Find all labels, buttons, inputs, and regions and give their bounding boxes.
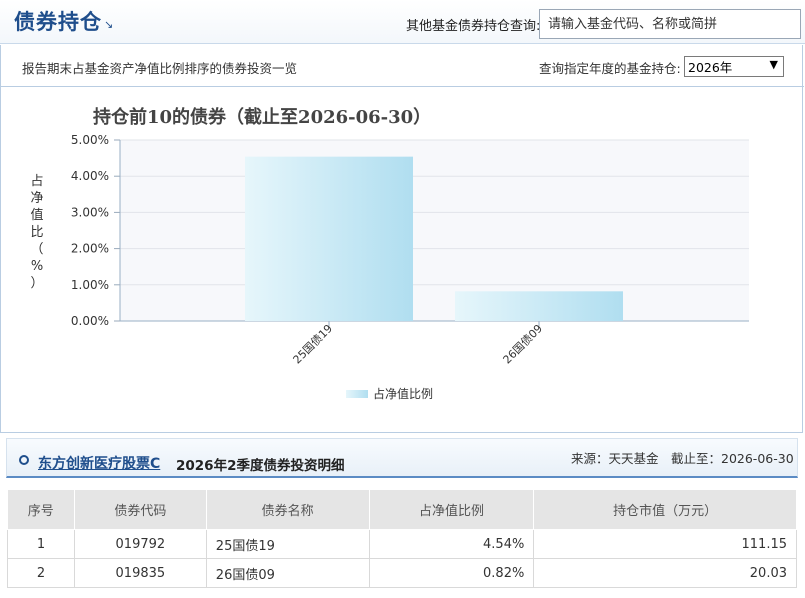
y-axis-label-char: 净 xyxy=(30,191,43,206)
y-axis-label-char: 比 xyxy=(30,225,43,240)
y-tick-label: 3.00% xyxy=(71,205,109,219)
y-tick-label: 5.00% xyxy=(71,133,109,147)
cell-bond-name: 26国债09 xyxy=(205,558,370,588)
chart-panel: 报告期末占基金资产净值比例排序的债券投资一览 查询指定年度的基金持仓: 2026… xyxy=(0,45,804,433)
y-axis-label-char: （ xyxy=(30,242,43,257)
header-bar: 债券持仓 ↘ 其他基金债券持仓查询: xyxy=(0,0,805,44)
y-tick-label: 0.00% xyxy=(71,314,109,328)
detail-section-header: 东方创新医疗股票C 2026年2季度债券投资明细 来源：天天基金 截止至：202… xyxy=(6,438,798,478)
y-axis-label-char: ） xyxy=(30,276,43,291)
cell-ratio: 4.54% xyxy=(368,529,535,559)
column-header-index: 序号 xyxy=(7,489,75,530)
legend-label: 占净值比例 xyxy=(373,386,433,401)
bar xyxy=(455,291,623,321)
section-title: 2026年2季度债券投资明细 xyxy=(176,458,345,474)
y-axis-label-char: 占 xyxy=(30,174,43,189)
y-tick-label: 2.00% xyxy=(71,242,109,256)
y-tick-label: 1.00% xyxy=(71,278,109,292)
bar xyxy=(245,156,413,321)
x-tick-label: 25国债19 xyxy=(290,321,335,366)
y-axis-label-char: % xyxy=(31,259,43,274)
column-header-code: 债券代码 xyxy=(73,489,207,530)
as-of-date: 截止至：2026-06-30 xyxy=(671,451,794,466)
column-header-market-value: 持仓市值（万元） xyxy=(533,489,797,530)
column-header-name: 债券名称 xyxy=(205,489,370,530)
expand-arrow-icon[interactable]: ↘ xyxy=(104,18,113,31)
cell-index: 1 xyxy=(7,529,75,559)
fund-search-input[interactable] xyxy=(539,9,801,39)
legend-swatch xyxy=(346,390,368,398)
cell-index: 2 xyxy=(7,558,75,588)
cell-ratio: 0.82% xyxy=(368,558,535,588)
bond-holdings-page: 债券持仓 ↘ 其他基金债券持仓查询: 报告期末占基金资产净值比例排序的债券投资一… xyxy=(0,0,805,598)
x-tick-label: 26国债09 xyxy=(500,321,545,366)
column-header-ratio: 占净值比例 xyxy=(368,489,535,530)
chart-plot-area: 0.00% 1.00% 2.00% 3.00% 4.00% 5.00% 占净值比 （% ） 25国… xyxy=(30,133,749,401)
cell-bond-name: 25国债19 xyxy=(205,529,370,559)
bond-holdings-table: 序号 债券代码 债券名称 占净值比例 持仓市值（万元） 1 019792 25国… xyxy=(7,489,797,588)
section-circle-icon xyxy=(19,455,29,465)
data-source: 来源：天天基金 xyxy=(571,451,659,466)
bond-holdings-chart: 持仓前10的债券（截止至2026-06-30） 0.00% 1.00% 2.00% 3… xyxy=(30,106,749,401)
cell-bond-code: 019792 xyxy=(73,529,207,559)
y-tick-label: 4.00% xyxy=(71,169,109,183)
cell-market-value: 111.15 xyxy=(533,529,797,559)
table-row: 1 019792 25国债19 4.54% 111.15 xyxy=(7,529,797,559)
y-axis-label-char: 值 xyxy=(30,207,43,223)
cell-market-value: 20.03 xyxy=(533,558,797,588)
table-header-row: 序号 债券代码 债券名称 占净值比例 持仓市值（万元） xyxy=(7,489,797,530)
fund-name-link[interactable]: 东方创新医疗股票C xyxy=(38,453,160,473)
fund-query-label: 其他基金债券持仓查询: xyxy=(406,19,541,34)
cell-bond-code: 019835 xyxy=(73,558,207,588)
plot-background xyxy=(120,140,749,321)
page-title: 债券持仓 xyxy=(14,10,102,34)
table-row: 2 019835 26国债09 0.82% 20.03 xyxy=(7,558,797,588)
chart-title: 持仓前10的债券（截止至2026-06-30） xyxy=(93,106,431,128)
